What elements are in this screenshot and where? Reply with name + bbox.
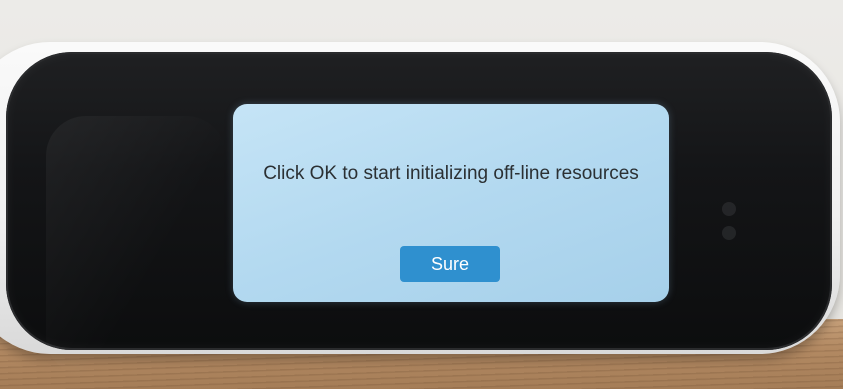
init-dialog: Click OK to start initializing off-line … — [233, 104, 669, 302]
sure-button[interactable]: Sure — [400, 246, 500, 282]
screen-glare — [46, 116, 226, 376]
screen-reflection — [702, 192, 772, 312]
photo-scene: Click OK to start initializing off-line … — [0, 0, 843, 389]
dialog-message: Click OK to start initializing off-line … — [263, 163, 639, 184]
